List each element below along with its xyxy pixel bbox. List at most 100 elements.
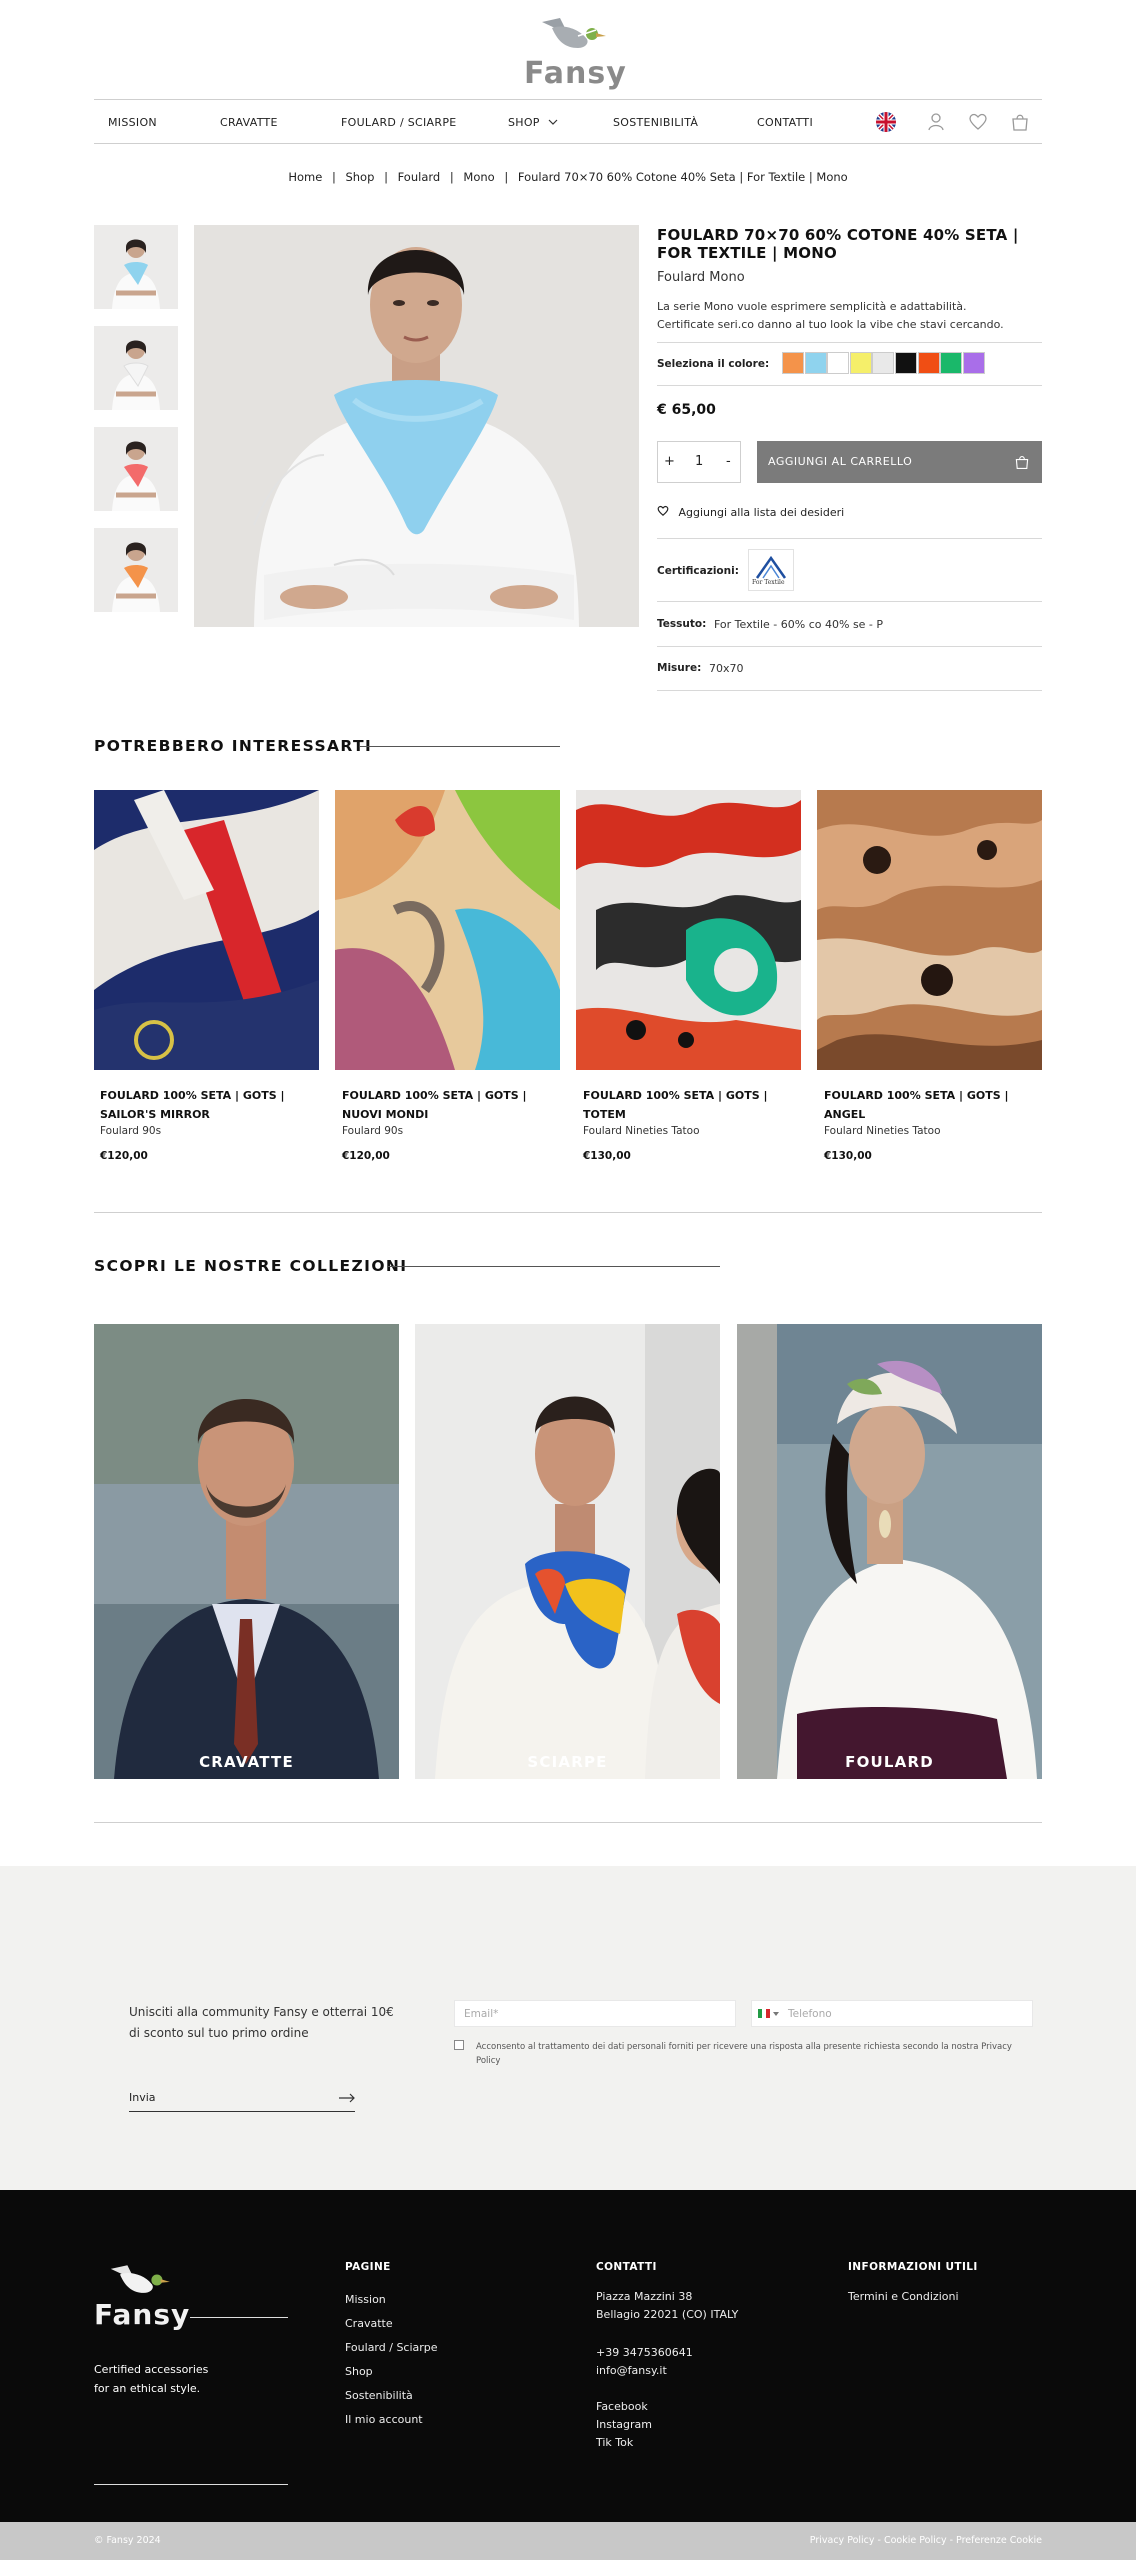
main-nav: MISSION CRAVATTE FOULARD / SCIARPE SHOP …: [94, 99, 1042, 144]
qty-value[interactable]: 1: [695, 454, 703, 469]
footer-phone[interactable]: +39 3475360641: [596, 2344, 738, 2362]
size-label: Misure:: [657, 662, 702, 674]
scarf-nuovi-mondi-image: [335, 790, 560, 1070]
collection-card-cravatte[interactable]: CRAVATTE: [94, 1324, 399, 1779]
footer-link-mission[interactable]: Mission: [345, 2288, 438, 2312]
footer-terms-link[interactable]: Termini e Condizioni: [848, 2290, 959, 2303]
quantity-stepper: + 1 -: [657, 441, 741, 483]
product-card-title[interactable]: FOULARD 100% SETA | GOTS | NUOVI MONDI: [342, 1086, 557, 1124]
nav-contatti[interactable]: CONTATTI: [757, 116, 813, 129]
product-card-title[interactable]: FOULARD 100% SETA | GOTS | ANGEL: [824, 1086, 1039, 1124]
arrow-right-icon: [339, 2093, 355, 2103]
consent-checkbox[interactable]: [454, 2040, 464, 2050]
model-photo: [194, 225, 639, 627]
divider: [657, 601, 1042, 602]
nav-mission[interactable]: MISSION: [108, 116, 157, 129]
color-swatch[interactable]: [917, 352, 940, 374]
color-swatch[interactable]: [849, 352, 872, 374]
divider: [657, 538, 1042, 539]
brand-logo[interactable]: Fansy: [520, 8, 626, 91]
footer-logo[interactable]: Fansy: [94, 2256, 189, 2331]
color-swatch[interactable]: [895, 352, 917, 374]
product-card-title[interactable]: FOULARD 100% SETA | GOTS | SAILOR'S MIRR…: [100, 1086, 315, 1124]
footer-info-heading: INFORMAZIONI UTILI: [848, 2261, 978, 2273]
product-card-image[interactable]: [576, 790, 801, 1070]
section-divider: [94, 1822, 1042, 1823]
cert-logo-text: For Textile: [752, 579, 785, 586]
footer-link-shop[interactable]: Shop: [345, 2360, 438, 2384]
fabric-label: Tessuto:: [657, 618, 707, 630]
product-card-title[interactable]: FOULARD 100% SETA | GOTS | TOTEM: [583, 1086, 798, 1124]
description-line: La serie Mono vuole esprimere semplicità…: [657, 300, 967, 313]
footer-link-sostenibilita[interactable]: Sostenibilità: [345, 2384, 438, 2408]
newsletter-submit-button[interactable]: Invia: [129, 2084, 355, 2112]
color-swatch[interactable]: [962, 352, 985, 374]
gallery-thumbnail[interactable]: [94, 225, 178, 309]
gallery-thumbnail[interactable]: [94, 427, 178, 511]
color-swatch[interactable]: [827, 352, 850, 374]
add-to-cart-label: AGGIUNGI AL CARRELLO: [768, 455, 913, 468]
product-card-price: €130,00: [824, 1150, 872, 1162]
add-to-cart-button[interactable]: AGGIUNGI AL CARRELLO: [757, 441, 1042, 483]
color-swatch[interactable]: [804, 352, 827, 374]
color-swatch[interactable]: [940, 352, 963, 374]
footer-email[interactable]: info@fansy.it: [596, 2362, 738, 2380]
divider: [657, 646, 1042, 647]
uk-flag-icon[interactable]: [876, 112, 896, 132]
qty-plus-button[interactable]: +: [664, 454, 675, 469]
footer-line: [94, 2484, 288, 2485]
breadcrumb-separator: |: [331, 170, 336, 184]
tagline-line: for an ethical style.: [94, 2382, 201, 2395]
footer-tagline: Certified accessories for an ethical sty…: [94, 2360, 208, 2398]
color-swatch[interactable]: [872, 352, 895, 374]
phone-placeholder: Telefono: [788, 2008, 832, 2020]
gallery-thumbnail[interactable]: [94, 326, 178, 410]
footer-tiktok-link[interactable]: Tik Tok: [596, 2434, 738, 2452]
product-card-image[interactable]: [335, 790, 560, 1070]
heart-icon[interactable]: [968, 112, 988, 132]
thumbnail-image: [94, 326, 178, 410]
card-title-line: FOULARD 100% SETA | GOTS |: [342, 1089, 527, 1102]
product-subtitle: Foulard Mono: [657, 270, 745, 285]
size-value: 70x70: [709, 662, 744, 675]
bottom-bar: © Fansy 2024 Privacy Policy - Cookie Pol…: [0, 2522, 1136, 2560]
footer-link-cravatte[interactable]: Cravatte: [345, 2312, 438, 2336]
footer-link-account[interactable]: Il mio account: [345, 2408, 438, 2432]
user-icon[interactable]: [926, 112, 946, 132]
product-card-price: €120,00: [342, 1150, 390, 1162]
cart-bag-icon[interactable]: [1010, 112, 1030, 132]
product-main-image[interactable]: [194, 225, 639, 627]
breadcrumb-home[interactable]: Home: [288, 170, 322, 184]
phone-field[interactable]: Telefono: [751, 2000, 1033, 2027]
footer-link-foulard[interactable]: Foulard / Sciarpe: [345, 2336, 438, 2360]
nav-sostenibilita[interactable]: SOSTENIBILITÀ: [613, 116, 698, 129]
related-heading: POTREBBERO INTERESSARTI: [94, 737, 373, 755]
footer-facebook-link[interactable]: Facebook: [596, 2398, 738, 2416]
nav-cravatte[interactable]: CRAVATTE: [220, 116, 278, 129]
legal-links[interactable]: Privacy Policy - Cookie Policy - Prefere…: [810, 2535, 1042, 2546]
breadcrumb-separator: |: [449, 170, 454, 184]
product-card-image[interactable]: [817, 790, 1042, 1070]
qty-minus-button[interactable]: -: [726, 454, 731, 469]
thumbnail-image: [94, 427, 178, 511]
collection-card-sciarpe[interactable]: SCIARPE: [415, 1324, 720, 1779]
product-card-image[interactable]: [94, 790, 319, 1070]
breadcrumb-shop[interactable]: Shop: [345, 170, 374, 184]
nav-shop[interactable]: SHOP: [508, 116, 558, 129]
footer-instagram-link[interactable]: Instagram: [596, 2416, 738, 2434]
nav-shop-label: SHOP: [508, 116, 540, 129]
woman-with-headscarf-photo: [737, 1324, 1042, 1779]
color-swatch[interactable]: [782, 352, 804, 374]
breadcrumb-separator: |: [504, 170, 509, 184]
fabric-value: For Textile - 60% co 40% se - P: [714, 618, 884, 631]
product-card-subtitle: Foulard 90s: [342, 1125, 404, 1137]
scarf-sailors-mirror-image: [94, 790, 319, 1070]
gallery-thumbnail[interactable]: [94, 528, 178, 612]
tagline-line: Certified accessories: [94, 2363, 209, 2376]
collection-card-foulard[interactable]: FOULARD: [737, 1324, 1042, 1779]
breadcrumb-foulard[interactable]: Foulard: [398, 170, 441, 184]
nav-foulard-sciarpe[interactable]: FOULARD / SCIARPE: [341, 116, 457, 129]
breadcrumb-mono[interactable]: Mono: [463, 170, 494, 184]
email-field[interactable]: Email*: [454, 2000, 736, 2027]
wishlist-link[interactable]: Aggiungi alla lista dei desideri: [657, 505, 844, 519]
